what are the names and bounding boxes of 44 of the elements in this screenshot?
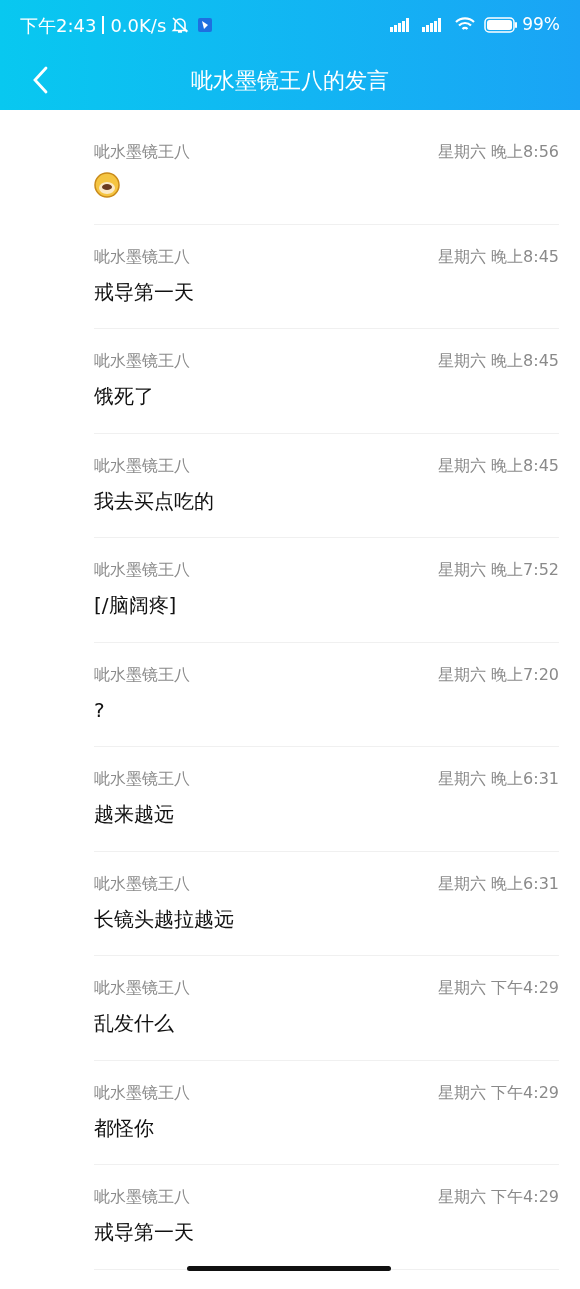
message-time: 星期六 下午4:29 <box>438 977 559 999</box>
message-time: 星期六 晚上7:20 <box>438 663 559 686</box>
mute-icon <box>170 15 191 35</box>
page-title: 呲水墨镜王八的发言 <box>191 66 389 95</box>
message-time: 星期六 晚上6:31 <box>438 872 559 895</box>
message-time: 星期六 晚上7:52 <box>438 559 559 581</box>
message-time: 星期六 晚上8:56 <box>438 141 559 163</box>
message-text: 我去买点吃的 <box>94 488 214 513</box>
message-text: 长镜头越拉越远 <box>94 906 234 931</box>
message-time: 星期六 下午4:29 <box>438 1186 559 1208</box>
battery-level: 99% <box>522 13 560 37</box>
sender-name: 呲水墨镜王八 <box>94 1186 190 1208</box>
app-icon <box>198 18 213 32</box>
message-text: 戒导第一天 <box>94 279 194 304</box>
message-time: 星期六 下午4:29 <box>438 1081 559 1104</box>
message-time: 星期六 晚上8:45 <box>438 454 559 477</box>
message-text: 都怪你 <box>94 1115 154 1140</box>
sender-name: 呲水墨镜王八 <box>94 872 190 895</box>
sender-name: 呲水墨镜王八 <box>94 1081 190 1104</box>
message-time: 星期六 晚上8:45 <box>438 350 559 372</box>
sender-name: 呲水墨镜王八 <box>94 663 190 686</box>
network-speed: 0.0K/s <box>110 13 167 38</box>
signal-icon <box>390 18 411 32</box>
sender-name: 呲水墨镜王八 <box>94 768 190 790</box>
message-text: 越来越远 <box>94 802 174 826</box>
sender-name: 呲水墨镜王八 <box>94 454 190 477</box>
message-text: 饿死了 <box>94 384 154 408</box>
wifi-icon <box>454 17 477 33</box>
battery-icon <box>484 17 519 33</box>
message-time: 星期六 晚上6:31 <box>438 768 559 790</box>
message-text: 乱发什么 <box>94 1011 174 1035</box>
sender-name: 呲水墨镜王八 <box>94 245 190 268</box>
signal-icon <box>422 18 443 32</box>
back-icon <box>32 66 48 94</box>
message-text: 戒导第一天 <box>94 1220 194 1244</box>
message-text: ? <box>94 697 105 722</box>
sender-name: 呲水墨镜王八 <box>94 559 190 581</box>
message-time: 星期六 晚上8:45 <box>438 245 559 268</box>
status-time: 下午2:43 <box>20 13 97 38</box>
message-text: [/脑阔疼] <box>94 593 177 617</box>
sender-name: 呲水墨镜王八 <box>94 350 190 372</box>
sender-name: 呲水墨镜王八 <box>94 977 190 999</box>
sticker-icon <box>94 172 120 198</box>
sender-name: 呲水墨镜王八 <box>94 141 190 163</box>
